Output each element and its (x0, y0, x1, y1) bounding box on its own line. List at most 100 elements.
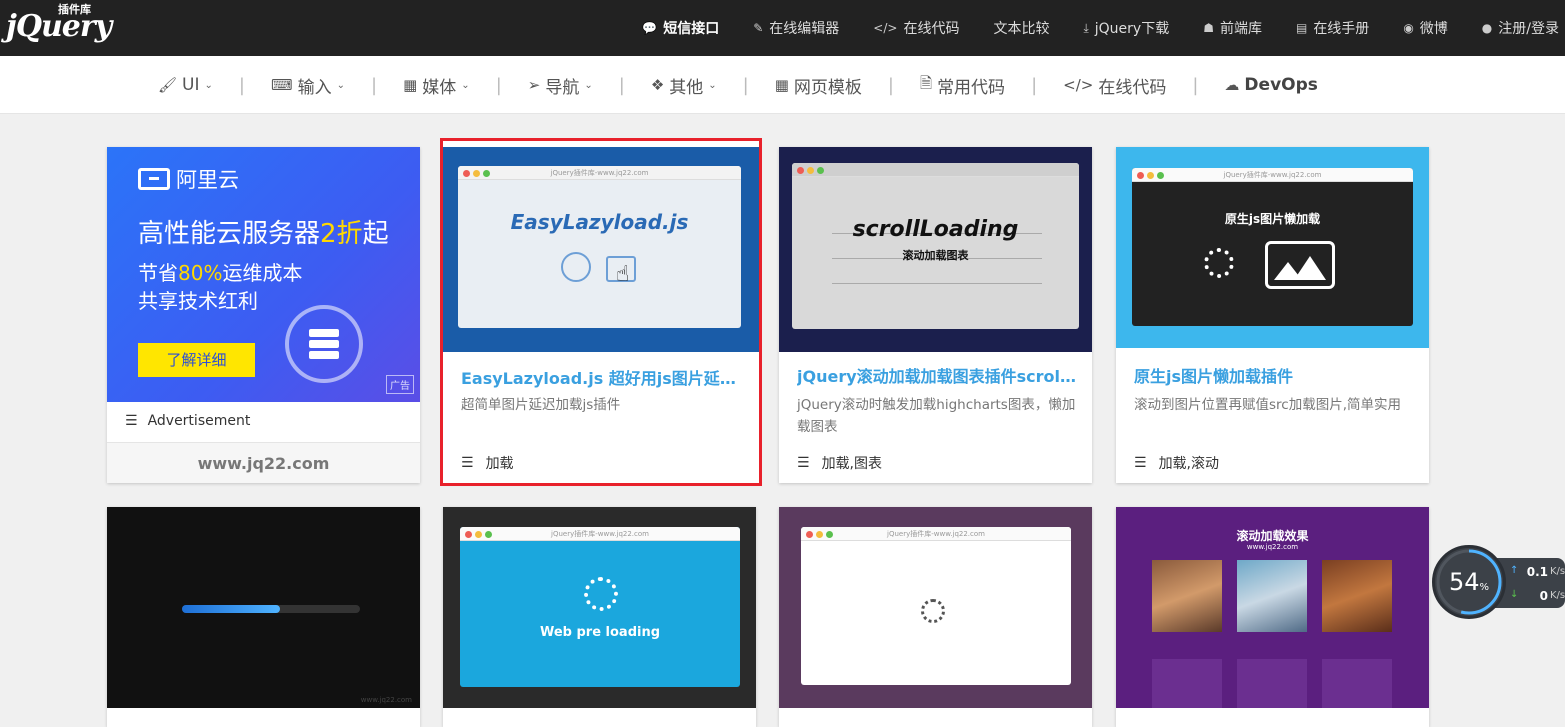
memory-gauge: 54% (1432, 545, 1506, 619)
placeholder-tile (1322, 659, 1392, 708)
ad-site-link[interactable]: www.jq22.com (107, 442, 420, 483)
top-link-jquery-download[interactable]: ⤓ jQuery下载 (1083, 18, 1169, 38)
browser-mockup: jQuery插件库-www.jq22.com 原生js图片懒加载 (1132, 168, 1413, 326)
card-title[interactable]: jQuery滚动加载加载图表插件scrol... (797, 363, 1078, 387)
plugin-card-spinner[interactable]: jQuery插件库-www.jq22.com (779, 507, 1092, 727)
nav-templates[interactable]: ▦ 网页模板 (775, 73, 862, 98)
card-tags: ☰ 加载 (461, 455, 514, 472)
nav-other[interactable]: ❖ 其他 ⌄ (651, 73, 717, 98)
nav-media[interactable]: ▦ 媒体 ⌄ (403, 73, 470, 98)
nav-divider: | (238, 74, 245, 96)
ad-card[interactable]: 阿里云 高性能云服务器2折起 节省80%运维成本 共享技术红利 了解详细 广告 … (107, 147, 420, 483)
plugin-card-js-lazyload[interactable]: jQuery插件库-www.jq22.com 原生js图片懒加载 原生js图片懒… (1116, 147, 1429, 483)
nav-common-code[interactable]: 🗎 常用代码 (920, 73, 1005, 98)
card-thumbnail[interactable]: www.jq22.com (107, 507, 420, 708)
thumb-watermark: www.jq22.com (360, 696, 412, 704)
nav-online-code[interactable]: </> 在线代码 (1063, 73, 1166, 98)
card-thumbnail[interactable]: jQuery插件库-www.jq22.com 原生js图片懒加载 (1116, 147, 1429, 348)
card-tags: ☰ 加载,图表 (797, 455, 883, 472)
top-link-text-compare[interactable]: 文本比较 (993, 18, 1049, 38)
list-icon: ☰ (461, 455, 474, 471)
code-icon: </> (1063, 76, 1094, 94)
ad-cta-button[interactable]: 了解详细 (138, 343, 255, 377)
nav-divider: | (1031, 74, 1038, 96)
browser-mockup: jQuery插件库-www.jq22.com (801, 527, 1071, 685)
network-speed-widget[interactable]: ↑ 0.1 K/s ↓ 0 K/s 54% (1432, 545, 1565, 621)
nav-divider: | (742, 74, 749, 96)
site-logo[interactable]: jQuery 插件库 (6, 3, 116, 47)
nav-input[interactable]: ⌨ 输入 ⌄ (271, 73, 345, 98)
plugin-card-easylazyload[interactable]: jQuery插件库-www.jq22.com EasyLazyload.js ☝… (440, 138, 762, 486)
card-thumbnail[interactable]: jQuery插件库-www.jq22.com (779, 507, 1092, 708)
cloud-icon: ☁ (1224, 76, 1240, 94)
top-link-manual[interactable]: ▤ 在线手册 (1296, 18, 1369, 38)
brush-icon: 🖌 (158, 76, 178, 94)
ad-brand: 阿里云 (138, 164, 239, 194)
code-icon: </> (873, 21, 898, 35)
thumb-title: Web pre loading (539, 625, 661, 640)
portrait-image (1237, 560, 1307, 632)
card-thumbnail[interactable]: 滚动加载效果 www.jq22.com (1116, 507, 1429, 708)
ad-line3: 共享技术红利 (138, 289, 258, 313)
nav-divider: | (887, 74, 894, 96)
card-thumbnail[interactable]: jQuery插件库-www.jq22.com Web pre loading (443, 507, 756, 708)
chevron-down-icon: ⌄ (584, 79, 593, 91)
aliyun-logo-icon (138, 168, 170, 190)
spinner-icon (584, 577, 618, 611)
plugin-card-web-preloading[interactable]: jQuery插件库-www.jq22.com Web pre loading (443, 507, 756, 727)
top-link-sms-api[interactable]: 💬 短信接口 (642, 18, 719, 38)
top-link-login[interactable]: ● 注册/登录 (1482, 18, 1559, 38)
thumb-subtitle: www.jq22.com (1246, 543, 1299, 551)
server-icon (285, 305, 363, 383)
placeholder-tile (1237, 659, 1307, 708)
nav-devops[interactable]: ☁ DevOps (1224, 75, 1317, 95)
nav-divider: | (1192, 74, 1199, 96)
plugin-card-scrollloading[interactable]: scrollLoading 滚动加载图表 jQuery滚动加载加载图表插件scr… (779, 147, 1092, 483)
chevron-down-icon: ⌄ (708, 79, 717, 91)
top-link-weibo[interactable]: ◉ 微博 (1403, 18, 1447, 38)
portrait-image (1322, 560, 1392, 632)
top-bar: jQuery 插件库 💬 短信接口 ✎ 在线编辑器 </> 在线代码 文本比较 ⤓ jQ… (0, 0, 1565, 56)
card-thumbnail[interactable]: scrollLoading 滚动加载图表 (779, 147, 1092, 352)
ad-line2: 节省80%运维成本 (138, 261, 303, 285)
user-icon: ● (1481, 21, 1493, 35)
plugin-card-progress[interactable]: www.jq22.com (107, 507, 420, 727)
card-desc: 超简单图片延迟加载js插件 (461, 397, 621, 413)
nav-ui[interactable]: 🖌 UI ⌄ (158, 75, 213, 95)
film-icon: ▦ (403, 76, 418, 94)
top-link-frontend-lib[interactable]: ☗ 前端库 (1203, 18, 1262, 38)
card-title[interactable]: EasyLazyload.js 超好用js图片延迟... (461, 365, 745, 389)
card-thumbnail[interactable]: jQuery插件库-www.jq22.com EasyLazyload.js ☝ (443, 147, 759, 352)
top-links: 💬 短信接口 ✎ 在线编辑器 </> 在线代码 文本比较 ⤓ jQuery下载 ☗ 前端库… (642, 0, 1559, 56)
send-icon: ➢ (527, 76, 541, 94)
browser-mockup: jQuery插件库-www.jq22.com Web pre loading (460, 527, 740, 687)
history-icon (561, 252, 591, 282)
portrait-image (1152, 560, 1222, 632)
download-speed: 0 (1539, 589, 1548, 603)
nav-navigation[interactable]: ➢ 导航 ⌄ (528, 73, 593, 98)
logo-subtitle: 插件库 (58, 3, 91, 16)
spinner-icon (1204, 248, 1234, 278)
thumb-title: 滚动加载效果 (1236, 529, 1309, 543)
category-nav: 🖌 UI ⌄ | ⌨ 输入 ⌄ | ▦ 媒体 ⌄ | ➢ 导航 ⌄ | ❖ 其他 ⌄ | ▦ 网页模板… (0, 56, 1565, 114)
thumb-title: scrollLoading (852, 217, 1019, 242)
ad-banner[interactable]: 阿里云 高性能云服务器2折起 节省80%运维成本 共享技术红利 了解详细 广告 (107, 147, 420, 402)
comment-icon: 💬 (642, 21, 658, 35)
dropbox-icon: ❖ (650, 76, 665, 94)
chevron-down-icon: ⌄ (336, 79, 346, 91)
plugin-card-scroll-effect[interactable]: 滚动加载效果 www.jq22.com (1116, 507, 1429, 727)
nav-divider: | (495, 74, 502, 96)
image-icon (1265, 241, 1335, 289)
browser-mockup: jQuery插件库-www.jq22.com EasyLazyload.js ☝ (458, 166, 741, 328)
thumb-title: 原生js图片懒加载 (1224, 212, 1321, 226)
spinner-icon (921, 599, 945, 623)
top-link-online-editor[interactable]: ✎ 在线编辑器 (753, 18, 839, 38)
card-tags: ☰ 加载,滚动 (1134, 455, 1220, 472)
download-icon: ⤓ (1083, 20, 1089, 35)
card-title[interactable]: 原生js图片懒加载插件 (1134, 363, 1415, 387)
gauge-value: 54% (1448, 568, 1490, 596)
file-code-icon: 🗎 (920, 73, 933, 92)
placeholder-tile (1152, 659, 1222, 708)
upload-speed: 0.1 (1526, 565, 1548, 579)
top-link-online-code[interactable]: </> 在线代码 (873, 18, 959, 38)
